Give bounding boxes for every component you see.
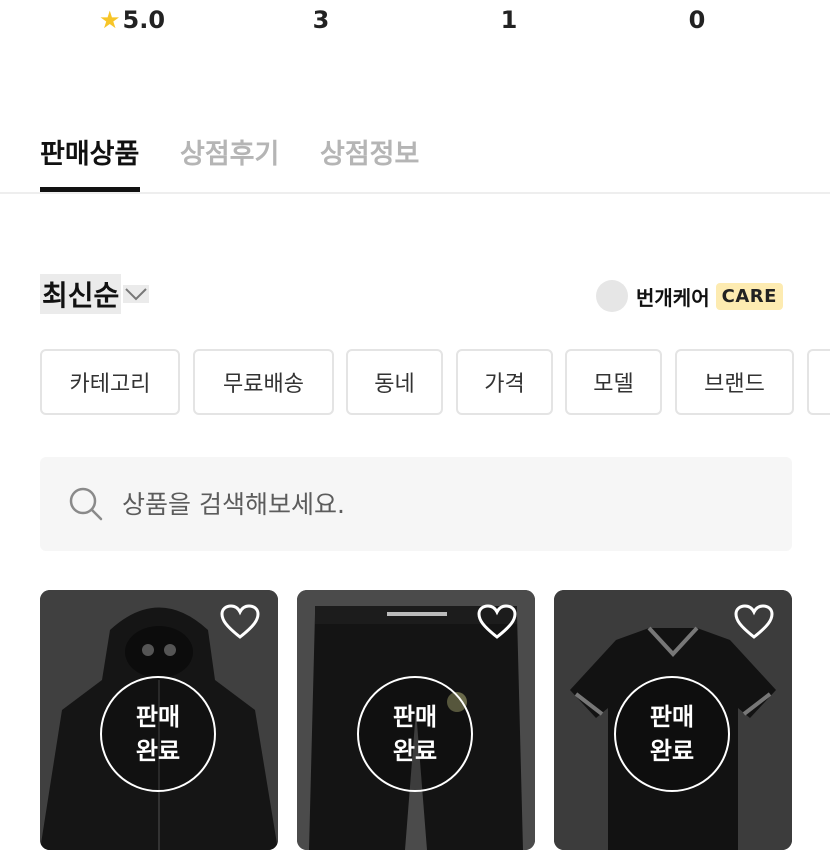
- filter-chip-neighborhood[interactable]: 동네: [346, 349, 443, 415]
- sold-out-badge: 판매 완료: [100, 676, 216, 792]
- sold-out-line2: 완료: [649, 737, 695, 765]
- sold-out-badge: 판매 완료: [614, 676, 730, 792]
- tab-products[interactable]: 판매상품: [40, 132, 139, 171]
- heart-icon[interactable]: [220, 604, 260, 640]
- sort-dropdown[interactable]: 최신순: [40, 274, 166, 314]
- rating-stat: ★ 5.0: [72, 2, 192, 38]
- filter-chip-brand[interactable]: 브랜드: [675, 349, 794, 415]
- sold-out-line1: 판매: [135, 703, 181, 731]
- shop-tabs: 판매상품 상점후기 상점정보: [0, 128, 830, 194]
- stat-4-value: 0: [688, 6, 706, 34]
- heart-icon[interactable]: [477, 604, 517, 640]
- product-card[interactable]: 판매 완료: [554, 590, 792, 850]
- search-icon: [69, 487, 103, 521]
- stat-2: 3: [261, 2, 381, 38]
- product-card[interactable]: 판매 완료: [297, 590, 535, 850]
- sold-out-line2: 완료: [392, 737, 438, 765]
- stat-3-value: 1: [500, 6, 518, 34]
- active-tab-indicator: [40, 187, 140, 192]
- search-input[interactable]: [120, 488, 724, 520]
- tab-reviews[interactable]: 상점후기: [180, 132, 279, 171]
- care-toggle[interactable]: 번개케어 CARE: [596, 279, 783, 313]
- filter-chip-more[interactable]: [807, 349, 830, 415]
- tab-shop-info[interactable]: 상점정보: [320, 132, 419, 171]
- filter-chip-free-shipping[interactable]: 무료배송: [193, 349, 334, 415]
- care-badge: CARE: [715, 282, 783, 310]
- filter-chip-category[interactable]: 카테고리: [40, 349, 180, 415]
- stat-4: 0: [637, 2, 757, 38]
- sold-out-line1: 판매: [392, 703, 438, 731]
- chevron-down-icon: [123, 285, 150, 303]
- sold-out-badge: 판매 완료: [357, 676, 473, 792]
- care-label: 번개케어: [636, 285, 710, 310]
- filter-chip-model[interactable]: 모델: [565, 349, 662, 415]
- sold-out-line1: 판매: [649, 703, 695, 731]
- star-icon: ★: [98, 6, 121, 34]
- stat-2-value: 3: [312, 6, 330, 34]
- heart-icon[interactable]: [734, 604, 774, 640]
- rating-value: 5.0: [122, 6, 166, 34]
- sort-label: 최신순: [40, 274, 122, 314]
- care-checkbox[interactable]: [596, 280, 628, 312]
- product-search-bar: [40, 457, 792, 551]
- filter-chip-price[interactable]: 가격: [456, 349, 553, 415]
- stat-3: 1: [449, 2, 569, 38]
- sold-out-line2: 완료: [135, 737, 181, 765]
- product-card[interactable]: 판매 완료: [40, 590, 278, 850]
